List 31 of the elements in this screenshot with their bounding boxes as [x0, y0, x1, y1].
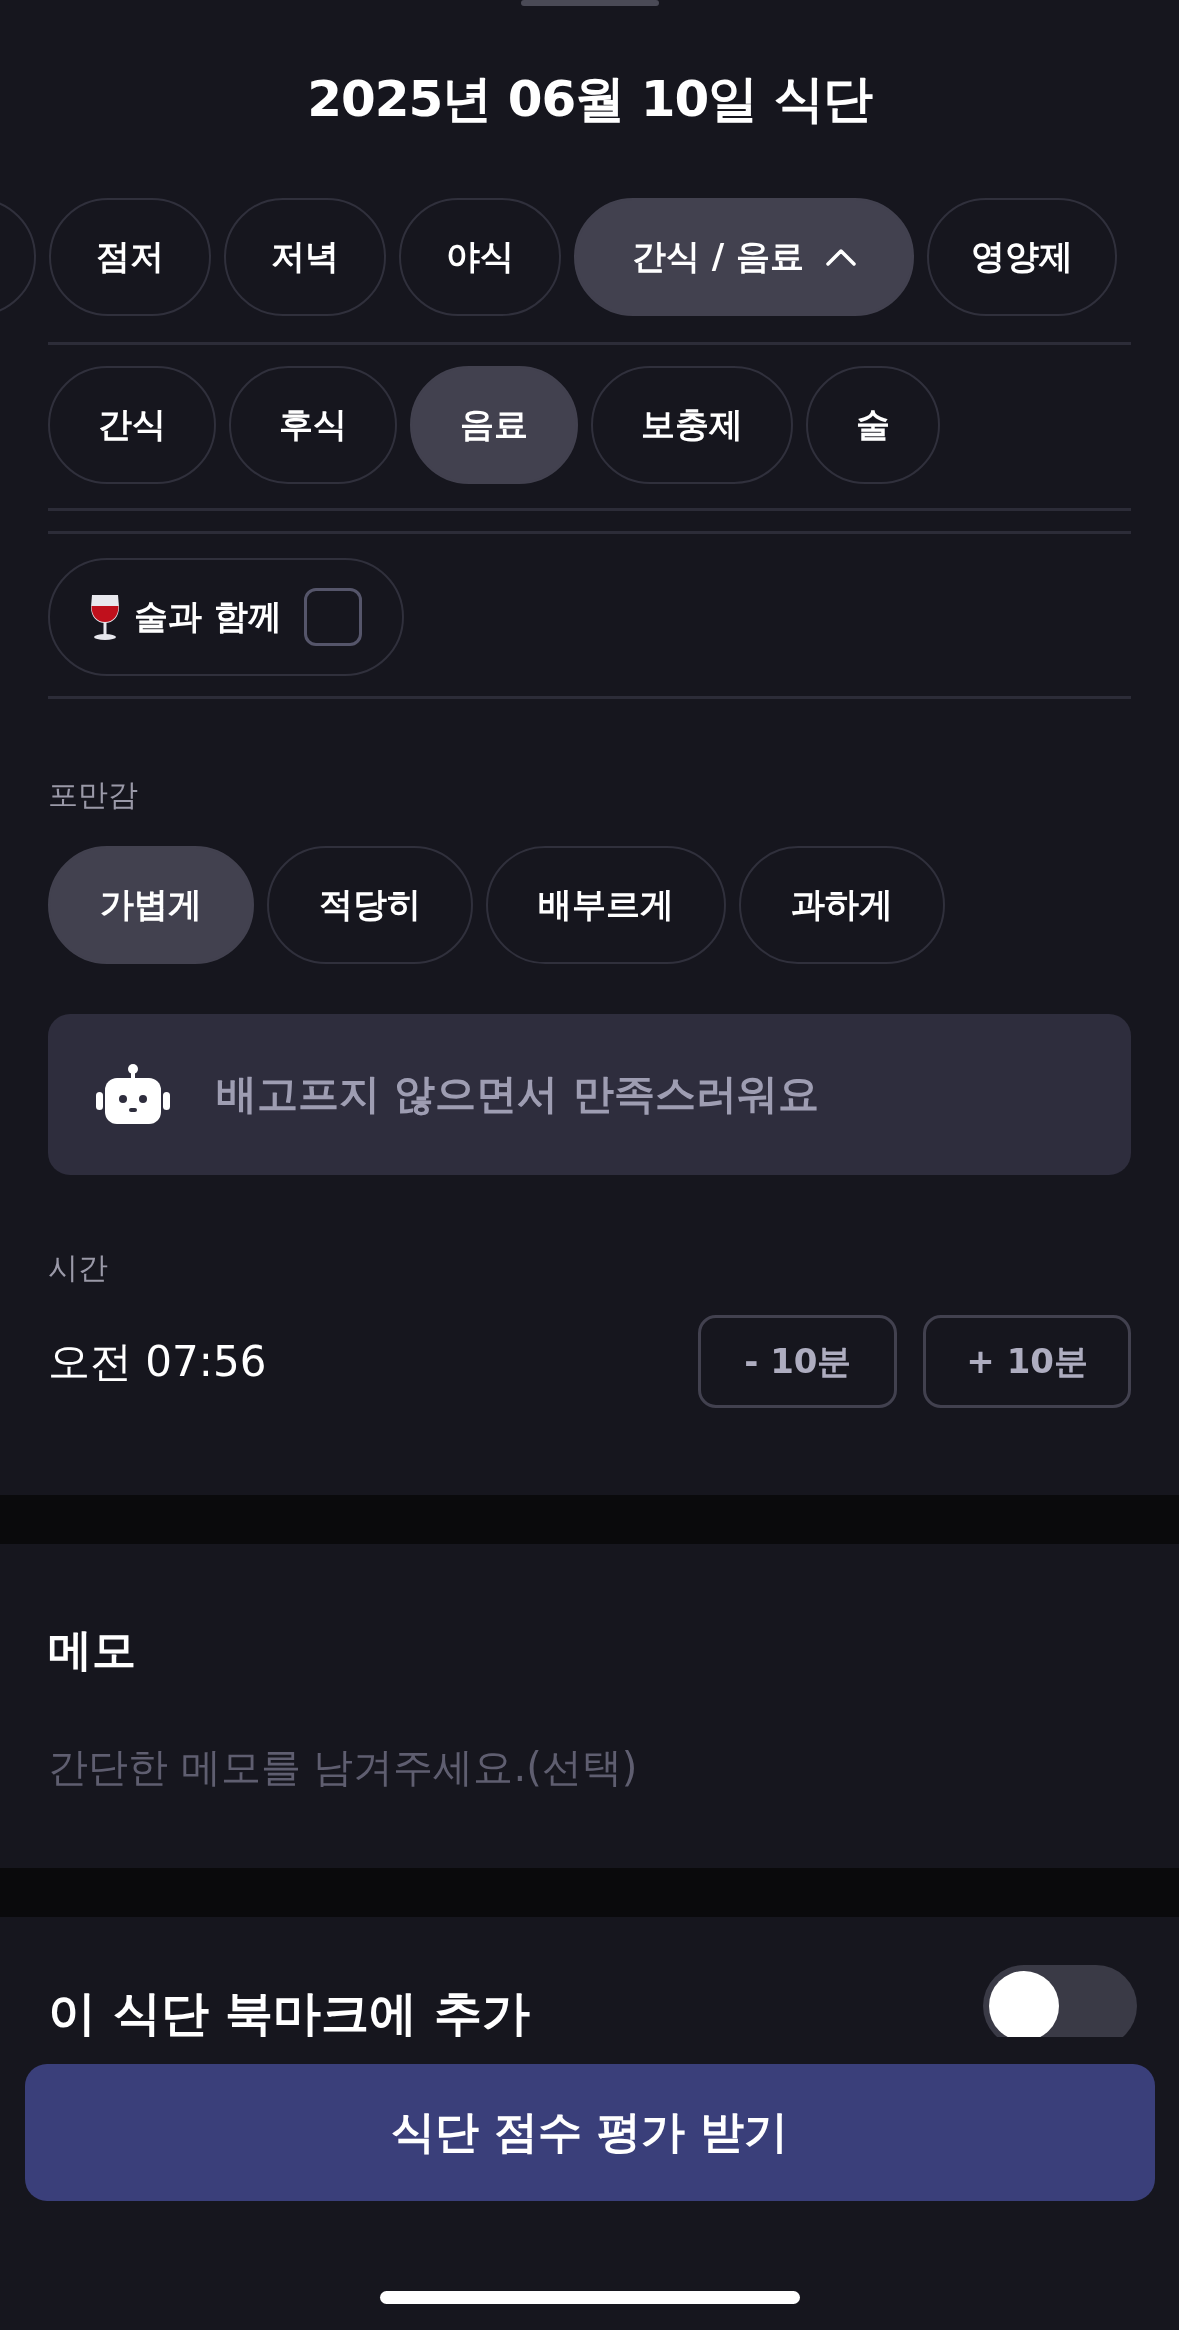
subtype-chip[interactable]: 술 [806, 366, 940, 484]
subtype-chip[interactable]: 음료 [410, 366, 578, 484]
wine-glass-icon [88, 593, 122, 641]
meal-type-chip[interactable]: 저녁 [224, 198, 386, 316]
meal-type-chip[interactable]: 간식 / 음료 [574, 198, 915, 316]
alcohol-chip[interactable]: 술과 함께 [48, 558, 404, 676]
robot-icon [96, 1063, 170, 1126]
meal-type-chip[interactable]: 점저 [49, 198, 211, 316]
alcohol-checkbox[interactable] [303, 588, 362, 646]
alcohol-label: 술과 함께 [134, 595, 282, 638]
submit-button[interactable]: 식단 점수 평가 받기 [24, 2064, 1155, 2201]
memo-input[interactable]: 간단한 메모를 남겨주세요.(선택) [48, 1742, 948, 1792]
fullness-chip[interactable]: 배부르게 [486, 846, 726, 964]
ai-comment-text: 배고프지 않으면서 만족스러워요 [216, 1069, 819, 1120]
memo-title: 메모 [48, 1623, 137, 1677]
caret-up-icon [826, 248, 857, 266]
subtype-chip[interactable]: 후식 [229, 366, 397, 484]
section-label: 시간 [48, 1249, 109, 1287]
time-value[interactable]: 오전 07:56 [48, 1333, 267, 1390]
fullness-chip[interactable]: 적당히 [267, 846, 473, 964]
time-adjust-button[interactable]: + 10분 [923, 1315, 1131, 1408]
subtype-chip[interactable]: 보충제 [591, 366, 793, 484]
fullness-chip[interactable]: 과하게 [739, 846, 945, 964]
meal-type-chip[interactable]: 영양제 [927, 198, 1118, 316]
sheet-handle[interactable] [520, 0, 659, 6]
subtype-chip[interactable]: 간식 [48, 366, 216, 484]
section-label: 포만감 [48, 776, 139, 814]
meal-type-chip[interactable]: 야식 [399, 198, 561, 316]
sheet-title: 2025년 06월 10일 식단 [306, 69, 874, 129]
time-adjust-button[interactable]: - 10분 [698, 1315, 898, 1408]
fullness-chip[interactable]: 가볍게 [48, 846, 254, 964]
